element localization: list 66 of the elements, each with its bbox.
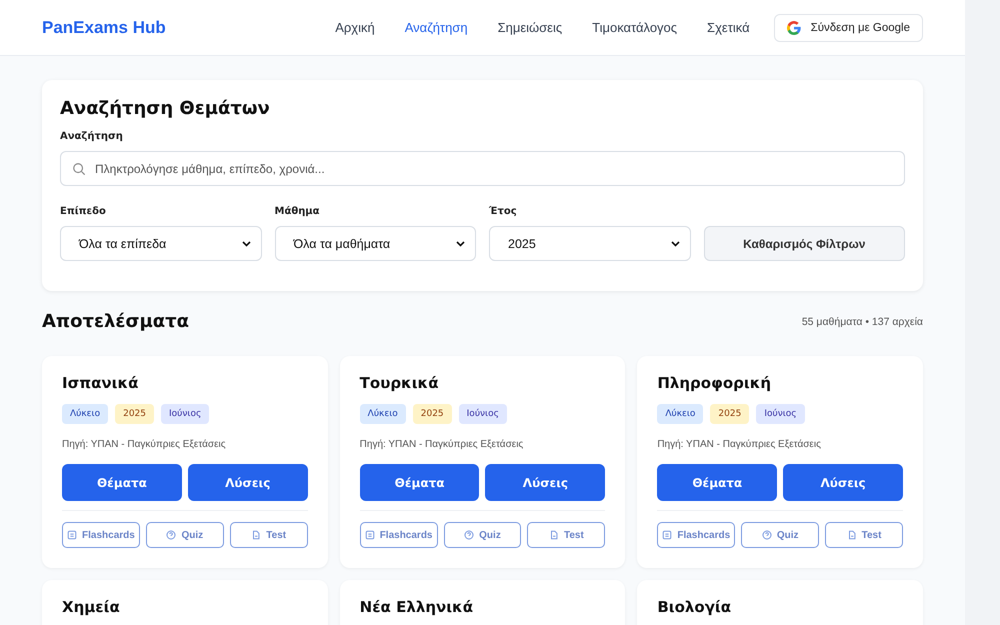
card-title: Βιολογία: [657, 598, 732, 616]
filter-dropdown[interactable]: Όλα τα επίπεδα: [60, 226, 262, 261]
field-label: Μάθημα: [274, 206, 321, 217]
chevron-down-icon: [242, 240, 250, 246]
tool-button[interactable]: Quiz: [444, 522, 522, 548]
field-label: Αναζήτηση: [60, 131, 124, 142]
card-title: Χημεία: [62, 598, 121, 616]
nav-link[interactable]: Αρχική: [335, 20, 375, 35]
download-button[interactable]: Θέματα: [360, 464, 480, 501]
search-field[interactable]: Πληκτρολόγησε μάθημα, επίπεδο, χρονιά...: [60, 151, 905, 186]
tag: Λύκειο: [657, 404, 704, 424]
card-title: Νέα Ελληνικά: [360, 598, 474, 616]
card-title: Πληροφορική: [657, 374, 772, 392]
tool-button[interactable]: Test: [230, 522, 308, 548]
tool-button[interactable]: Test: [825, 522, 903, 548]
tag: 2025: [115, 404, 154, 424]
card-title: Τουρκικά: [360, 374, 440, 392]
tag: 2025: [412, 404, 452, 424]
clear-filters-button[interactable]: Καθαρισμός Φίλτρων: [704, 226, 905, 261]
download-button[interactable]: Λύσεις: [188, 464, 308, 501]
download-button[interactable]: Θέματα: [62, 464, 182, 501]
panel-title: Αναζήτηση Θεμάτων: [60, 98, 271, 119]
tag: Λύκειο: [62, 404, 108, 424]
site-logo[interactable]: PanExams Hub: [42, 18, 166, 38]
tag: 2025: [710, 404, 750, 424]
card-icon: [67, 530, 78, 540]
card-icon: [364, 530, 375, 540]
tag: Ιούνιος: [756, 404, 805, 424]
filter-dropdown[interactable]: Όλα τα μαθήματα: [274, 226, 476, 261]
download-button[interactable]: Θέματα: [657, 464, 778, 501]
results-summary: 55 μαθήματα • 137 αρχεία: [802, 316, 923, 328]
document-icon: [548, 530, 559, 540]
source-text: Πηγή: ΥΠΑΝ - Παγκύπριες Εξετάσεις: [657, 439, 822, 450]
field-label: Έτος: [489, 206, 518, 217]
document-icon: [846, 530, 857, 540]
card-title: Ισπανικά: [62, 374, 140, 392]
chevron-down-icon: [670, 240, 680, 246]
chevron-down-icon: [456, 240, 465, 246]
question-circle-icon: [166, 530, 176, 540]
tool-button[interactable]: Quiz: [741, 522, 820, 548]
field-label: Επίπεδο: [60, 206, 107, 217]
tag: Λύκειο: [360, 404, 406, 424]
filter-dropdown[interactable]: 2025: [489, 226, 690, 261]
tool-button[interactable]: Flashcards: [657, 522, 736, 548]
google-login-button[interactable]: Σύνδεση με Google: [774, 14, 923, 42]
download-button[interactable]: Λύσεις: [783, 464, 903, 501]
google-icon: [786, 20, 801, 34]
section-title: Αποτελέσματα: [42, 311, 189, 332]
source-text: Πηγή: ΥΠΑΝ - Παγκύπριες Εξετάσεις: [62, 439, 227, 450]
card-icon: [662, 530, 672, 540]
tool-button[interactable]: Flashcards: [360, 522, 438, 548]
tool-button[interactable]: Test: [527, 522, 606, 548]
nav-link[interactable]: Σχετικά: [707, 20, 750, 35]
document-icon: [251, 530, 262, 540]
tag: Ιούνιος: [458, 404, 507, 424]
download-button[interactable]: Λύσεις: [485, 464, 606, 501]
tool-button[interactable]: Flashcards: [62, 522, 140, 548]
source-text: Πηγή: ΥΠΑΝ - Παγκύπριες Εξετάσεις: [360, 439, 524, 450]
tool-button[interactable]: Quiz: [146, 522, 224, 548]
search-icon: [72, 162, 86, 176]
nav-link[interactable]: Σημειώσεις: [498, 20, 562, 35]
question-circle-icon: [464, 530, 474, 540]
nav-link[interactable]: Τιμοκατάλογος: [592, 20, 678, 35]
tag: Ιούνιος: [161, 404, 210, 424]
question-circle-icon: [762, 530, 772, 540]
nav-link[interactable]: Αναζήτηση: [404, 20, 468, 35]
